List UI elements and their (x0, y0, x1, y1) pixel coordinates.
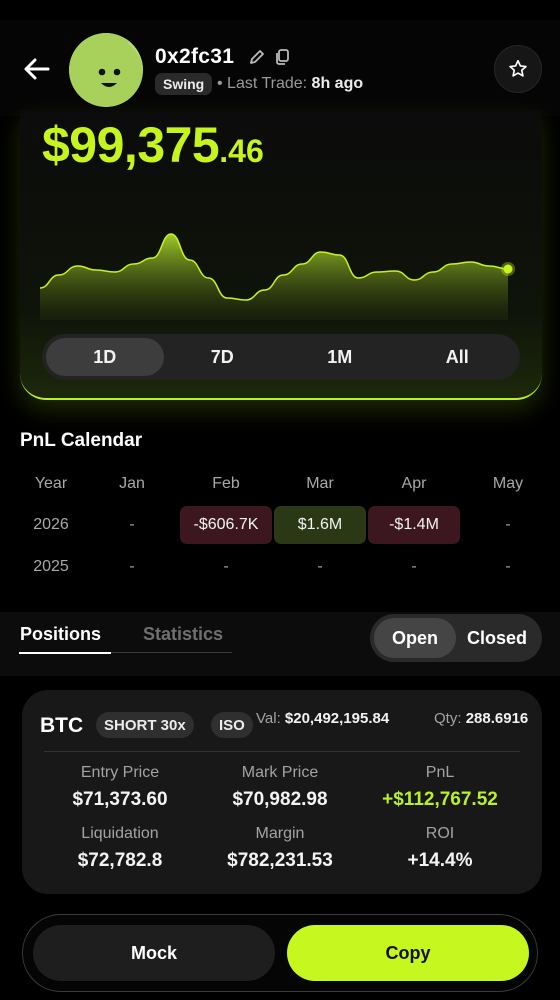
smiley-face-icon (69, 33, 143, 107)
chart-area-fill (40, 234, 508, 320)
metric-label: Entry Price (80, 764, 160, 781)
position-value-amount: $20,492,195.84 (284, 710, 390, 727)
open-closed-toggle: Open Closed (370, 614, 542, 662)
metric-value: $71,373.60 (72, 789, 168, 810)
range-option-1d[interactable]: 1D (46, 338, 164, 376)
position-value: Val: $20,492,195.84 (256, 710, 389, 727)
tab-statistics[interactable]: Statistics (143, 624, 223, 645)
balance-chart (39, 233, 515, 320)
back-arrow-icon[interactable] (20, 52, 54, 86)
calendar-cell: - (317, 558, 323, 575)
metric-value: $782,231.53 (227, 850, 333, 871)
calendar-cell[interactable]: $1.6M (274, 506, 366, 544)
dot-separator: • (217, 75, 228, 92)
metric-entry-price: Entry Price $71,373.60 (35, 764, 205, 811)
tab-positions[interactable]: Positions (20, 624, 101, 645)
balance-whole: $99,375 (42, 117, 220, 173)
action-bar: Mock Copy (22, 914, 538, 992)
calendar-column-header: Mar (306, 475, 334, 492)
pnl-calendar-title: PnL Calendar (20, 430, 143, 451)
calendar-column-header: Jan (119, 475, 145, 492)
last-trade-info: • Last Trade: 8h ago (217, 75, 363, 93)
avatar[interactable] (69, 33, 143, 107)
range-option-all[interactable]: All (399, 338, 517, 376)
metric-roi: ROI +14.4% (355, 825, 525, 872)
position-symbol: BTC (40, 714, 84, 737)
filter-open[interactable]: Open (374, 618, 456, 658)
chart-endpoint-dot (503, 264, 513, 274)
star-icon (509, 59, 527, 77)
last-trade-value: 8h ago (311, 75, 364, 92)
metric-liquidation: Liquidation $72,782.8 (35, 825, 205, 872)
calendar-row: 2026 - -$606.7K $1.6M -$1.4M - (0, 506, 560, 544)
metric-label: Mark Price (241, 764, 319, 781)
metric-margin: Margin $782,231.53 (195, 825, 365, 872)
metric-value: $72,782.8 (77, 850, 163, 871)
metric-pnl: PnL +$112,767.52 (355, 764, 525, 811)
balance-cents: .46 (219, 133, 264, 169)
last-trade-label: Last Trade: (227, 75, 308, 92)
metric-label: PnL (425, 764, 455, 781)
metric-value: +14.4% (407, 850, 473, 871)
calendar-cell: - (505, 558, 511, 575)
calendar-year: 2025 (33, 558, 69, 575)
strategy-badge: Swing (155, 73, 213, 95)
copy-trade-button[interactable]: Copy (287, 925, 529, 981)
metric-value: $70,982.98 (232, 789, 328, 810)
tab-track-line (111, 652, 232, 653)
calendar-column-header: May (492, 475, 524, 492)
position-side-badge: SHORT 30x (96, 712, 194, 738)
calendar-column-header: Feb (212, 475, 240, 492)
calendar-column-header: Year (34, 475, 68, 492)
positions-tabs-band: Positions Statistics Open Closed (0, 612, 560, 676)
calendar-column-header: Apr (401, 475, 427, 492)
copy-icon[interactable] (272, 47, 292, 67)
mock-button[interactable]: Mock (33, 925, 275, 981)
favorite-button[interactable] (494, 45, 542, 93)
pencil-icon[interactable] (247, 47, 267, 67)
calendar-cell[interactable]: -$606.7K (180, 506, 272, 544)
metric-label: ROI (425, 825, 455, 842)
calendar-cell: - (411, 558, 417, 575)
profile-header: 0x2fc31 Swing • Last Trade: 8h ago (0, 20, 560, 116)
metric-label: Margin (255, 825, 305, 842)
metric-mark-price: Mark Price $70,982.98 (195, 764, 365, 811)
metric-label: Liquidation (81, 825, 159, 842)
position-qty: Qty: 288.6916 (434, 710, 528, 727)
position-value-label: Val: (256, 710, 281, 727)
time-range-selector: 1D 7D 1M All (42, 334, 520, 380)
trader-handle: 0x2fc31 (155, 45, 235, 68)
account-balance: $99,375.46 (42, 116, 264, 174)
calendar-header-row: Year Jan Feb Mar Apr May (0, 465, 560, 503)
calendar-cell: - (223, 558, 229, 575)
calendar-cell: - (129, 558, 135, 575)
position-qty-amount: 288.6916 (465, 710, 529, 727)
active-tab-indicator (19, 652, 111, 654)
filter-closed[interactable]: Closed (456, 618, 538, 658)
balance-card: $99,375.46 1D 7D 1M All (20, 110, 542, 400)
range-option-1m[interactable]: 1M (281, 338, 399, 376)
range-option-7d[interactable]: 7D (164, 338, 282, 376)
calendar-cell[interactable]: -$1.4M (368, 506, 460, 544)
position-card[interactable]: BTC SHORT 30x ISO Val: $20,492,195.84 Qt… (22, 690, 542, 894)
metric-value: +$112,767.52 (382, 789, 498, 810)
card-divider (44, 751, 520, 752)
margin-mode-badge: ISO (211, 712, 253, 738)
calendar-row: 2025 - - - - - (0, 548, 560, 586)
calendar-cell: - (129, 516, 135, 533)
calendar-cell: - (505, 516, 511, 533)
calendar-year: 2026 (33, 516, 69, 533)
position-qty-label: Qty: (434, 710, 462, 727)
